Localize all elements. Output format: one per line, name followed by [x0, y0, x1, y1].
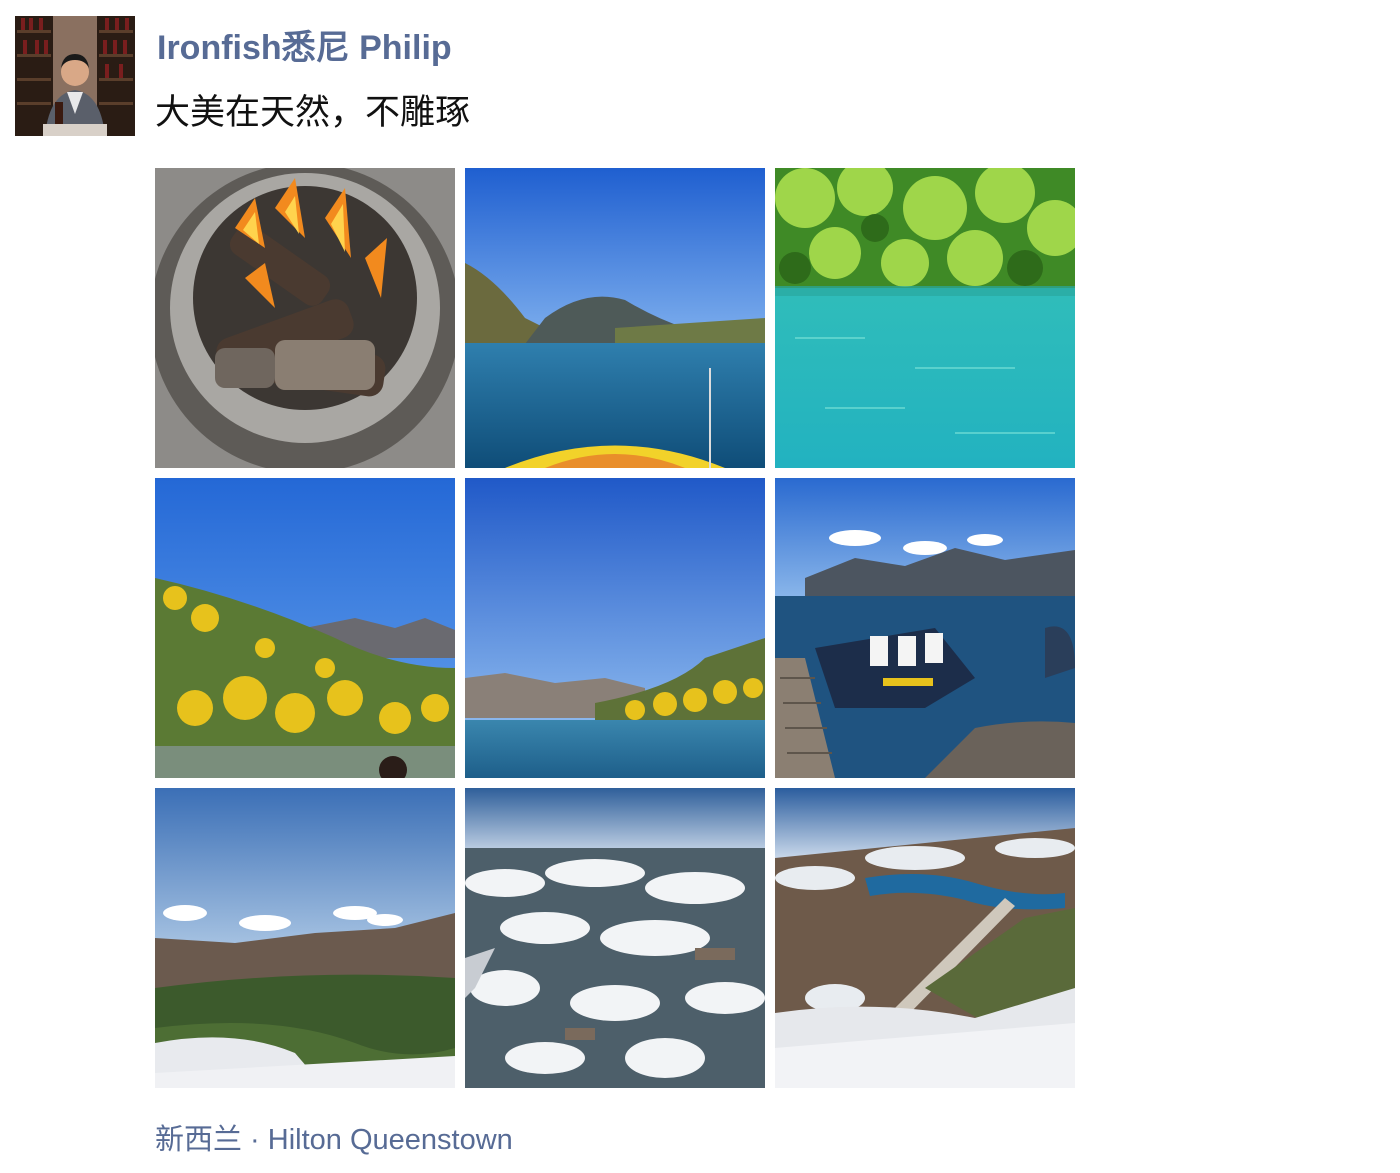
photo-aerial-lake[interactable] [775, 788, 1075, 1088]
photo-jet-boat[interactable] [775, 478, 1075, 778]
photo-grid [155, 168, 1075, 1088]
photo-river-boat[interactable] [465, 168, 765, 468]
photo-fire-pit[interactable] [155, 168, 455, 468]
author-name[interactable]: Ironfish悉尼 Philip [157, 26, 452, 70]
location-link[interactable]: 新西兰 · Hilton Queenstown [155, 1120, 513, 1160]
photo-aerial-valley[interactable] [155, 788, 455, 1088]
photo-aerial-mountains[interactable] [465, 788, 765, 1088]
photo-gorse-hillside[interactable] [155, 478, 455, 778]
photo-river-valley[interactable] [465, 478, 765, 778]
post-text: 大美在天然，不雕琢 [155, 93, 471, 132]
author-avatar[interactable] [15, 16, 135, 136]
moment-post: Ironfish悉尼 Philip 大美在天然，不雕琢 新西兰 · Hilton… [0, 0, 1400, 1173]
photo-turquoise-lake[interactable] [775, 168, 1075, 468]
